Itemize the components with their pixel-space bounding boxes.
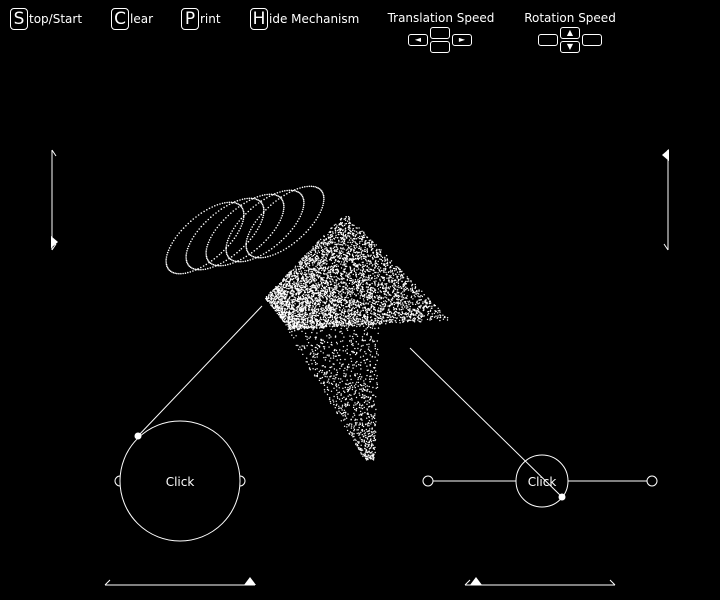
left-wheel-pivot-dot[interactable] (134, 432, 142, 440)
right-wheel-pivot-dot[interactable] (558, 493, 566, 501)
right-wheel-click-label[interactable]: Click (528, 475, 557, 489)
left-vertical-slider[interactable] (51, 149, 58, 251)
right-rail-right-stop[interactable] (646, 475, 658, 487)
right-rail-left-stop[interactable] (422, 475, 434, 487)
harmonograph-drawing (165, 185, 449, 461)
left-wheel-click-label[interactable]: Click (166, 475, 195, 489)
bottom-left-horizontal-slider[interactable] (104, 577, 256, 586)
mechanism (114, 305, 658, 542)
bottom-right-horizontal-slider[interactable] (464, 577, 616, 586)
right-vertical-slider[interactable] (662, 149, 669, 251)
bottom-right-slider-handle-icon[interactable] (470, 577, 482, 585)
left-arm (137, 305, 263, 437)
right-slider-handle-icon[interactable] (662, 149, 669, 161)
bottom-left-slider-handle-icon[interactable] (244, 577, 256, 585)
drawing-canvas[interactable] (0, 0, 720, 600)
